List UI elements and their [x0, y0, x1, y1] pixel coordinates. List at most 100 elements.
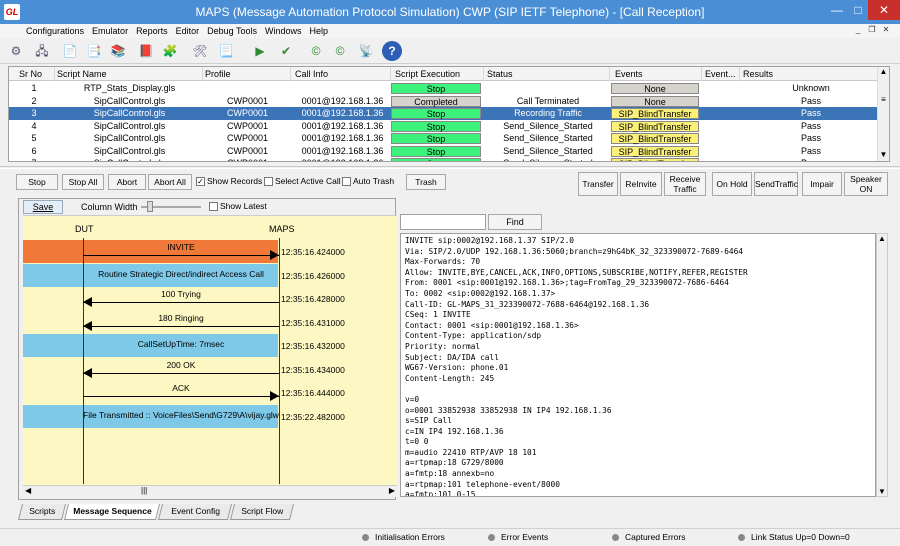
table-row[interactable]: 2 SipCallControl.gls CWP0001 0001@192.168.1… [9, 95, 879, 108]
scroll-down-icon[interactable]: ▼ [878, 150, 889, 161]
tab-script-flow[interactable]: Script Flow [230, 504, 294, 520]
status-error-events[interactable]: Error Events [488, 532, 548, 542]
col-profile[interactable]: Profile [205, 69, 231, 79]
scroll-up-icon[interactable]: ▲ [877, 234, 887, 243]
scroll-right-icon[interactable]: ▶ [389, 486, 395, 495]
menu-reports[interactable]: Reports [132, 24, 172, 38]
sequence-arrow[interactable] [83, 325, 279, 327]
hscroll-thumb[interactable]: ||| [141, 486, 147, 495]
mdi-close-icon[interactable]: ✕ [880, 24, 892, 36]
settings-icon[interactable]: ⚙ [6, 41, 26, 61]
transfer-button[interactable]: Transfer [578, 172, 618, 196]
abort-button[interactable]: Abort [108, 174, 146, 190]
event-button[interactable]: None [611, 95, 699, 107]
event-button[interactable]: SIP_BlindTransfer [611, 158, 699, 161]
status-init-errors[interactable]: Initialisation Errors [362, 532, 445, 542]
mdi-restore-icon[interactable]: ❐ [866, 24, 878, 36]
table-row[interactable]: 3 SipCallControl.gls CWP0001 0001@192.168.1… [9, 107, 879, 120]
grid-scrollbar[interactable]: ▲ ≡ ▼ [877, 67, 889, 161]
execution-button[interactable]: Stop [391, 120, 481, 132]
menu-windows[interactable]: Windows [261, 24, 306, 38]
impair-button[interactable]: Impair [802, 172, 842, 196]
menu-configurations[interactable]: Configurations [22, 24, 88, 38]
event-button[interactable]: SIP_BlindTransfer [611, 108, 699, 119]
select-active-call-checkbox[interactable]: Select Active Call [264, 176, 341, 186]
find-input[interactable] [400, 214, 486, 230]
col-event-more[interactable]: Event... [705, 69, 736, 79]
auto-trash-checkbox[interactable]: Auto Trash [342, 176, 394, 186]
receive-traffic-button[interactable]: Receive Traffic [664, 172, 706, 196]
script-icon[interactable]: 📄 [60, 41, 80, 61]
splitter[interactable] [0, 166, 900, 169]
trash-button[interactable]: Trash [406, 174, 446, 190]
col-status[interactable]: Status [487, 69, 513, 79]
event-button[interactable]: SIP_BlindTransfer [611, 145, 699, 157]
document-icon[interactable]: 📃 [216, 41, 236, 61]
antenna-icon[interactable]: 📡 [356, 41, 376, 61]
menu-emulator[interactable]: Emulator [88, 24, 132, 38]
speaker-on-button[interactable]: Speaker ON [844, 172, 888, 196]
stop-all-button[interactable]: Stop All [62, 174, 104, 190]
event-button[interactable]: None [611, 83, 699, 94]
scroll-down-icon[interactable]: ▼ [877, 487, 887, 496]
minimize-icon[interactable]: — [826, 0, 848, 20]
sequence-arrow[interactable] [83, 255, 279, 256]
detail-scrollbar[interactable]: ▲ ▼ [876, 233, 888, 497]
sequence-message-label[interactable]: ACK [83, 383, 279, 393]
sequence-message-label[interactable]: INVITE [83, 242, 279, 252]
mdi-minimize-icon[interactable]: _ [852, 24, 864, 36]
table-row[interactable]: 7 SipCallControl.glsCWP0001 0001@192.168.1… [9, 157, 879, 161]
tab-event-config[interactable]: Event Config [158, 504, 232, 520]
document-c2-icon[interactable]: © [330, 41, 350, 61]
col-script-name[interactable]: Script Name [57, 69, 107, 79]
reinvite-button[interactable]: ReInvite [620, 172, 662, 196]
execution-button[interactable]: Stop [391, 145, 481, 157]
stop-button[interactable]: Stop [16, 174, 58, 190]
menu-debug-tools[interactable]: Debug Tools [203, 24, 261, 38]
tab-scripts[interactable]: Scripts [18, 504, 66, 520]
execution-button[interactable]: Stop [391, 108, 481, 119]
document-check-icon[interactable]: ✔ [276, 41, 296, 61]
menu-editor[interactable]: Editor [172, 24, 204, 38]
event-button[interactable]: SIP_BlindTransfer [611, 120, 699, 132]
show-records-checkbox[interactable]: ✓ Show Records [196, 176, 262, 186]
sequence-arrow[interactable] [83, 372, 279, 374]
send-traffic-button[interactable]: SendTraffic [754, 172, 798, 196]
save-button[interactable]: Save [23, 200, 63, 214]
script-run-icon[interactable]: 📑 [84, 41, 104, 61]
table-row[interactable]: 1 RTP_Stats_Display.gls Unknown Stop None [9, 82, 879, 95]
maximize-icon[interactable]: □ [848, 0, 868, 20]
col-results[interactable]: Results [743, 69, 773, 79]
event-button[interactable]: SIP_BlindTransfer [611, 133, 699, 144]
col-sr-no[interactable]: Sr No [19, 69, 42, 79]
puzzle-icon[interactable]: 🧩 [160, 41, 180, 61]
show-latest-checkbox[interactable]: Show Latest [209, 201, 267, 211]
network-icon[interactable]: 🖧 [32, 41, 52, 61]
execution-button[interactable]: Stop [391, 83, 481, 94]
show-records-check[interactable]: ✓ [196, 176, 205, 186]
status-captured-errors[interactable]: Captured Errors [612, 532, 685, 542]
scroll-up-icon[interactable]: ▲ [878, 67, 889, 78]
col-call-info[interactable]: Call Info [295, 69, 328, 79]
scripts-icon[interactable]: 📚 [108, 41, 128, 61]
sequence-hscrollbar[interactable]: ◀ ||| ▶ [23, 485, 397, 497]
execution-button[interactable]: Stop [391, 133, 481, 144]
tools-icon[interactable]: 🛠 [190, 41, 210, 61]
sequence-note[interactable]: Routine Strategic Direct/indirect Access… [83, 269, 279, 279]
books-icon[interactable]: 📕 [136, 41, 156, 61]
sequence-note[interactable]: File Transmitted :: VoiceFiles\Send\G729… [83, 410, 279, 420]
close-icon[interactable]: ✕ [868, 0, 900, 20]
execution-button[interactable]: Stop [391, 158, 481, 161]
abort-all-button[interactable]: Abort All [148, 174, 192, 190]
table-row[interactable]: 4 SipCallControl.gls CWP0001 0001@192.168.1… [9, 120, 879, 133]
find-button[interactable]: Find [488, 214, 542, 230]
on-hold-button[interactable]: On Hold [712, 172, 752, 196]
table-row[interactable]: 5 SipCallControl.gls CWP0001 0001@192.168.1… [9, 132, 879, 145]
menu-help[interactable]: Help [305, 24, 332, 38]
sequence-arrow[interactable] [83, 302, 279, 303]
execution-button[interactable]: Completed [391, 95, 481, 107]
col-events[interactable]: Events [615, 69, 643, 79]
help-icon[interactable]: ? [382, 41, 402, 61]
scroll-left-icon[interactable]: ◀ [25, 486, 31, 495]
document-play-icon[interactable]: ▶ [250, 41, 270, 61]
